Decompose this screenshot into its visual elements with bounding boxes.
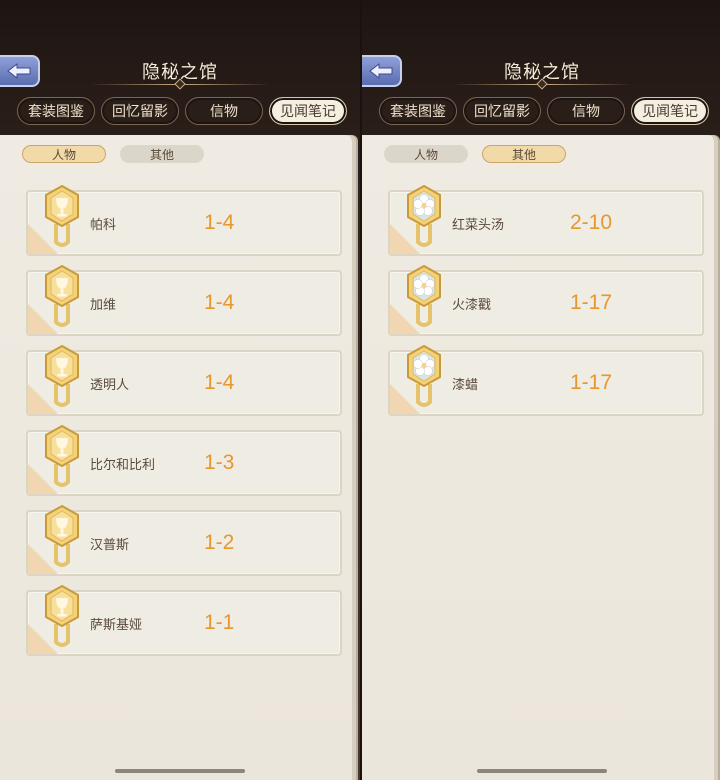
entry-list: 帕科 1-4 加维 1-4 透明人 1-4 比尔和比利 1-3 汉普斯 1-2 …	[26, 190, 342, 670]
flower-badge-icon	[404, 344, 444, 410]
item-name: 透明人	[90, 377, 130, 393]
entry-list: 红菜头汤 2-10 火漆戳 1-17 漆蜡 1-17	[388, 190, 704, 430]
tab-tokens[interactable]: 信物	[185, 97, 263, 125]
content-paper: 人物 其他 红菜头汤 2-10 火漆戳 1-17 漆蜡 1-17	[362, 135, 714, 780]
subtab-others[interactable]: 其他	[482, 145, 566, 163]
item-name: 加维	[90, 297, 117, 313]
item-name: 比尔和比利	[90, 457, 156, 473]
trophy-badge-icon	[42, 344, 82, 410]
home-indicator[interactable]	[477, 769, 607, 773]
list-item[interactable]: 帕科 1-4	[26, 190, 342, 256]
item-level: 1-3	[204, 451, 235, 474]
home-indicator[interactable]	[115, 769, 245, 773]
item-level: 1-4	[204, 371, 235, 394]
panel-others: 隐秘之馆 套装图鉴 回忆留影 信物 见闻笔记 人物 其他 红菜头汤 2-10 火…	[360, 0, 720, 780]
trophy-badge-icon	[42, 424, 82, 490]
tab-outfit-collection[interactable]: 套装图鉴	[379, 97, 457, 125]
item-name: 火漆戳	[452, 297, 492, 313]
list-item[interactable]: 火漆戳 1-17	[388, 270, 704, 336]
trophy-badge-icon	[42, 264, 82, 330]
tab-notes[interactable]: 见闻笔记	[631, 97, 709, 125]
list-item[interactable]: 萨斯基娅 1-1	[26, 590, 342, 656]
subtab-characters[interactable]: 人物	[22, 145, 106, 163]
list-item[interactable]: 漆蜡 1-17	[388, 350, 704, 416]
list-item[interactable]: 红菜头汤 2-10	[388, 190, 704, 256]
item-level: 2-10	[570, 211, 613, 234]
list-item[interactable]: 比尔和比利 1-3	[26, 430, 342, 496]
flower-badge-icon	[404, 184, 444, 250]
subtab-characters[interactable]: 人物	[384, 145, 468, 163]
item-level: 1-2	[204, 531, 235, 554]
content-paper: 人物 其他 帕科 1-4 加维 1-4 透明人 1-4 比尔和比利 1-3 汉普…	[0, 135, 352, 780]
item-name: 萨斯基娅	[90, 617, 143, 633]
header: 隐秘之馆 套装图鉴 回忆留影 信物 见闻笔记	[362, 0, 720, 135]
tab-outfit-collection[interactable]: 套装图鉴	[17, 97, 95, 125]
subtab-others[interactable]: 其他	[120, 145, 204, 163]
tab-bar: 套装图鉴 回忆留影 信物 见闻笔记	[17, 97, 347, 127]
tab-notes[interactable]: 见闻笔记	[269, 97, 347, 125]
tab-memories[interactable]: 回忆留影	[101, 97, 179, 125]
subtab-bar: 人物 其他	[384, 145, 566, 163]
flower-badge-icon	[404, 264, 444, 330]
header: 隐秘之馆 套装图鉴 回忆留影 信物 见闻笔记	[0, 0, 360, 135]
list-item[interactable]: 透明人 1-4	[26, 350, 342, 416]
item-name: 漆蜡	[452, 377, 479, 393]
item-level: 1-4	[204, 211, 235, 234]
item-name: 帕科	[90, 217, 117, 233]
item-level: 1-1	[204, 611, 235, 634]
item-level: 1-17	[570, 291, 613, 314]
item-level: 1-4	[204, 291, 235, 314]
list-item[interactable]: 汉普斯 1-2	[26, 510, 342, 576]
item-name: 汉普斯	[90, 537, 130, 553]
trophy-badge-icon	[42, 584, 82, 650]
list-item[interactable]: 加维 1-4	[26, 270, 342, 336]
item-level: 1-17	[570, 371, 613, 394]
trophy-badge-icon	[42, 504, 82, 570]
subtab-bar: 人物 其他	[22, 145, 204, 163]
tab-memories[interactable]: 回忆留影	[463, 97, 541, 125]
panel-characters: 隐秘之馆 套装图鉴 回忆留影 信物 见闻笔记 人物 其他 帕科 1-4 加维 1…	[0, 0, 360, 780]
tab-tokens[interactable]: 信物	[547, 97, 625, 125]
tab-bar: 套装图鉴 回忆留影 信物 见闻笔记	[379, 97, 709, 127]
trophy-badge-icon	[42, 184, 82, 250]
item-name: 红菜头汤	[452, 217, 505, 233]
